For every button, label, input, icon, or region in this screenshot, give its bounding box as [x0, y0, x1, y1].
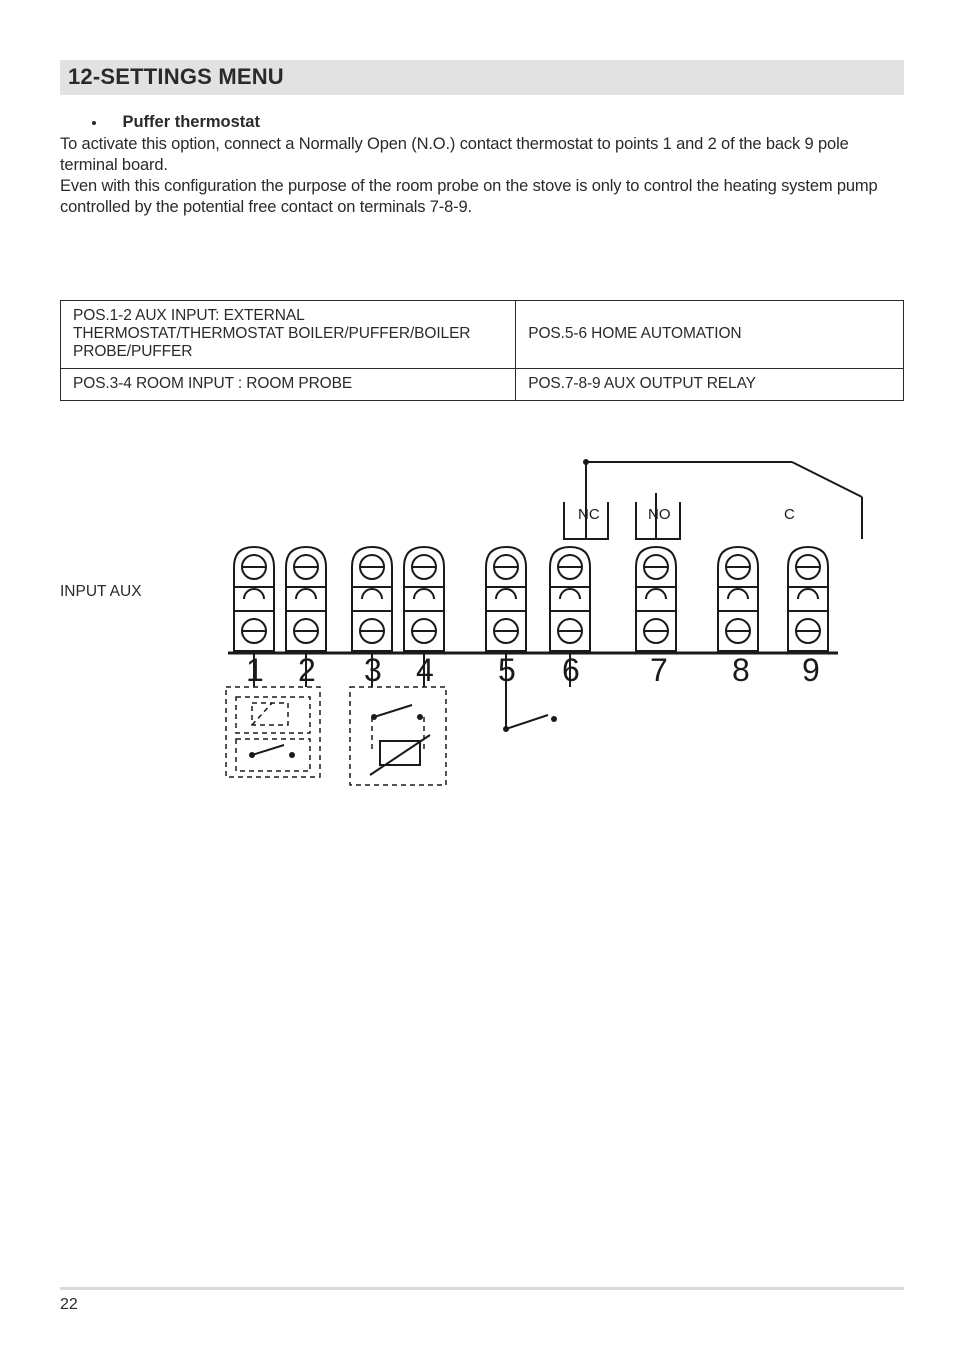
label-c: C: [784, 506, 795, 523]
cell-pos-3-4: POS.3-4 ROOM INPUT : ROOM PROBE: [61, 369, 516, 401]
label-nc: NC: [578, 506, 600, 523]
positions-table: POS.1-2 AUX INPUT: EXTERNAL THERMOSTAT/T…: [60, 300, 904, 401]
paragraph-1: To activate this option, connect a Norma…: [60, 134, 904, 176]
footer-divider: [60, 1287, 904, 1290]
cell-pos-5-6: POS.5-6 HOME AUTOMATION: [516, 301, 904, 369]
table-row: POS.3-4 ROOM INPUT : ROOM PROBE POS.7-8-…: [61, 369, 904, 401]
paragraph-2: Even with this configuration the purpose…: [60, 176, 904, 218]
page-footer: 22: [60, 1287, 904, 1314]
section-title-bar: 12-SETTINGS MENU: [60, 60, 904, 95]
label-no: NO: [648, 506, 671, 523]
section-title: 12-SETTINGS MENU: [68, 64, 896, 90]
terminal-num-8: 8: [732, 652, 750, 688]
bullet-label: Puffer thermostat: [122, 113, 260, 131]
cell-pos-7-8-9: POS.7-8-9 AUX OUTPUT RELAY: [516, 369, 904, 401]
table-row: POS.1-2 AUX INPUT: EXTERNAL THERMOSTAT/T…: [61, 301, 904, 369]
bullet-dot-icon: [92, 121, 96, 125]
diagram-side-label: INPUT AUX: [60, 583, 224, 601]
terminal-num-7: 7: [650, 652, 668, 688]
terminal-num-9: 9: [802, 652, 820, 688]
diagram-wrap: INPUT AUX .stk { stroke:#1a1a1a; stroke-…: [60, 439, 904, 789]
bullet-row: Puffer thermostat: [60, 113, 904, 132]
page-number: 22: [60, 1296, 904, 1314]
terminal-diagram: .stk { stroke:#1a1a1a; stroke-width:2; f…: [224, 439, 904, 789]
cell-pos-1-2: POS.1-2 AUX INPUT: EXTERNAL THERMOSTAT/T…: [61, 301, 516, 369]
